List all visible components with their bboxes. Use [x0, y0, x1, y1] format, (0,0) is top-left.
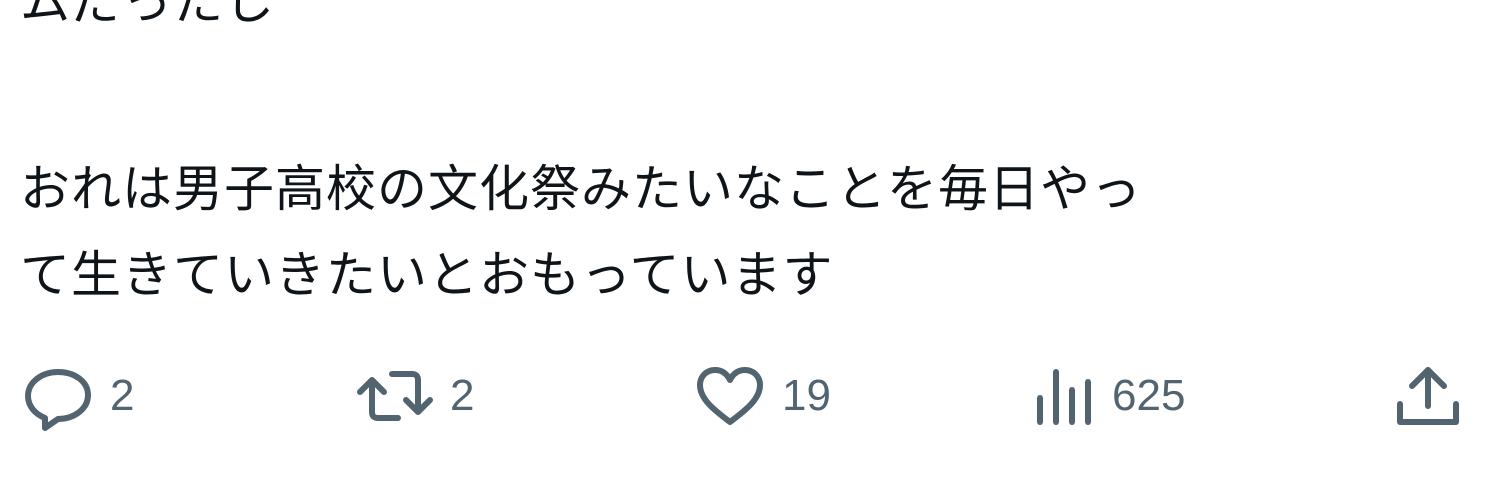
- reply-count: 2: [110, 371, 135, 420]
- share-button[interactable]: [1392, 358, 1464, 434]
- share-upload-icon: [1392, 358, 1464, 434]
- reply-button[interactable]: 2: [20, 358, 134, 434]
- retweet-icon: [354, 358, 436, 434]
- tweet-text-line-1: おれは男子高校の文化祭みたいなことを毎日やっ: [20, 160, 1142, 218]
- speech-bubble-icon: [20, 358, 96, 434]
- like-count: 19: [782, 371, 831, 420]
- view-count: 625: [1112, 371, 1186, 420]
- retweet-button[interactable]: 2: [354, 358, 474, 434]
- bar-chart-icon: [1034, 358, 1098, 434]
- tweet-text-line-2: て生きていきたいとおもっています: [20, 246, 834, 304]
- tweet-card: ムだったし おれは男子高校の文化祭みたいなことを毎日やっ て生きていきたいとおも…: [0, 0, 1500, 500]
- retweet-count: 2: [450, 371, 475, 420]
- like-button[interactable]: 19: [692, 358, 831, 434]
- tweet-text-partial-line: ムだったし: [20, 0, 275, 31]
- views-button[interactable]: 625: [1034, 358, 1185, 434]
- heart-icon: [692, 358, 768, 434]
